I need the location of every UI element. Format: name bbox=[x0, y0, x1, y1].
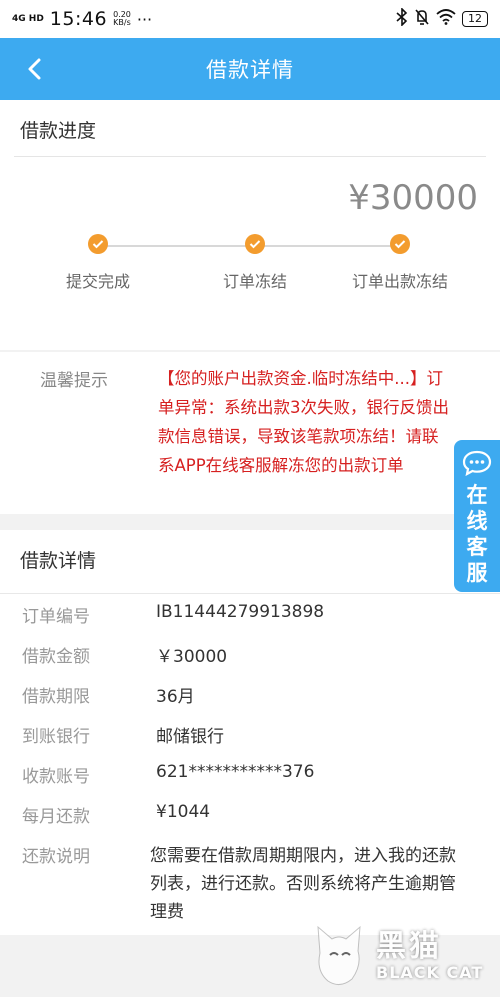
online-service-button[interactable]: 在线客服 bbox=[454, 440, 500, 592]
watermark-text: 黑猫 BLACK CAT bbox=[376, 928, 484, 982]
progress-step-payout-frozen: 订单出款冻结 bbox=[320, 234, 480, 292]
row-key: 借款金额 bbox=[22, 647, 90, 667]
row-value: 36月 bbox=[156, 687, 195, 707]
status-right: 12 bbox=[396, 7, 488, 30]
row-key: 借款期限 bbox=[22, 687, 90, 707]
top-nav-bar: 借款详情 bbox=[0, 38, 500, 100]
row-value: 您需要在借款周期期限内，进入我的还款列表，进行还款。否则系统将产生逾期管理费 bbox=[150, 846, 456, 922]
watermark-en: BLACK CAT bbox=[376, 962, 484, 982]
step-label: 订单冻结 bbox=[222, 272, 287, 291]
details-heading: 借款详情 bbox=[20, 550, 97, 572]
check-icon bbox=[390, 234, 410, 254]
loan-progress-card: 借款进度 ¥30000 提交完成 订单冻结 订单出款冻结 bbox=[0, 100, 500, 350]
cat-logo-icon bbox=[317, 925, 361, 985]
network-indicator: 4G HD bbox=[12, 13, 44, 24]
row-key: 到账银行 bbox=[22, 727, 90, 747]
mute-bell-icon bbox=[414, 8, 430, 30]
network-speed: 0.20 KB/s bbox=[113, 11, 131, 27]
bluetooth-icon bbox=[396, 7, 408, 30]
tip-label: 温馨提示 bbox=[40, 371, 108, 391]
row-value: 邮储银行 bbox=[156, 727, 224, 747]
service-label: 在线客服 bbox=[466, 483, 488, 585]
black-cat-watermark: 黑猫 BLACK CAT bbox=[310, 915, 500, 997]
status-left: 4G HD 15:46 0.20 KB/s ··· bbox=[12, 8, 152, 30]
speed-unit: KB/s bbox=[113, 18, 131, 27]
more-notifications-icon: ··· bbox=[136, 9, 153, 29]
row-value: IB11444279913898 bbox=[156, 602, 325, 622]
watermark-cn: 黑猫 bbox=[376, 928, 442, 964]
row-key: 收款账号 bbox=[22, 767, 90, 787]
divider bbox=[14, 156, 486, 157]
page-title: 借款详情 bbox=[206, 58, 294, 82]
row-key: 还款说明 bbox=[22, 847, 90, 867]
loan-amount: ¥30000 bbox=[348, 178, 478, 218]
row-value: ￥30000 bbox=[156, 647, 228, 667]
step-label: 提交完成 bbox=[65, 272, 130, 291]
row-value: ¥1044 bbox=[156, 802, 211, 822]
status-bar: 4G HD 15:46 0.20 KB/s ··· 12 bbox=[0, 0, 500, 38]
check-icon bbox=[245, 234, 265, 254]
chevron-left-icon bbox=[28, 58, 41, 80]
divider bbox=[0, 593, 500, 594]
row-key: 订单编号 bbox=[22, 607, 90, 627]
progress-step-submitted: 提交完成 bbox=[18, 234, 178, 292]
step-label: 订单出款冻结 bbox=[351, 272, 448, 291]
status-time: 15:46 bbox=[49, 8, 108, 30]
chat-bubble-icon bbox=[462, 450, 492, 476]
loan-details-card: 借款详情 订单编号 IB11444279913898 借款金额 ￥30000 借… bbox=[0, 530, 500, 935]
row-value: 621***********376 bbox=[156, 762, 315, 782]
tip-message: 【您的账户出款资金.临时冻结中...】订单异常：系统出款3次失败，银行反馈出款信… bbox=[158, 369, 449, 475]
check-icon bbox=[88, 234, 108, 254]
wifi-icon bbox=[436, 9, 456, 29]
back-button[interactable] bbox=[14, 38, 54, 100]
battery-indicator: 12 bbox=[462, 11, 488, 27]
row-key: 每月还款 bbox=[22, 807, 90, 827]
progress-heading: 借款进度 bbox=[20, 120, 97, 142]
progress-step-frozen: 订单冻结 bbox=[175, 234, 335, 292]
warm-tip-card: 温馨提示 【您的账户出款资金.临时冻结中...】订单异常：系统出款3次失败，银行… bbox=[0, 352, 500, 514]
